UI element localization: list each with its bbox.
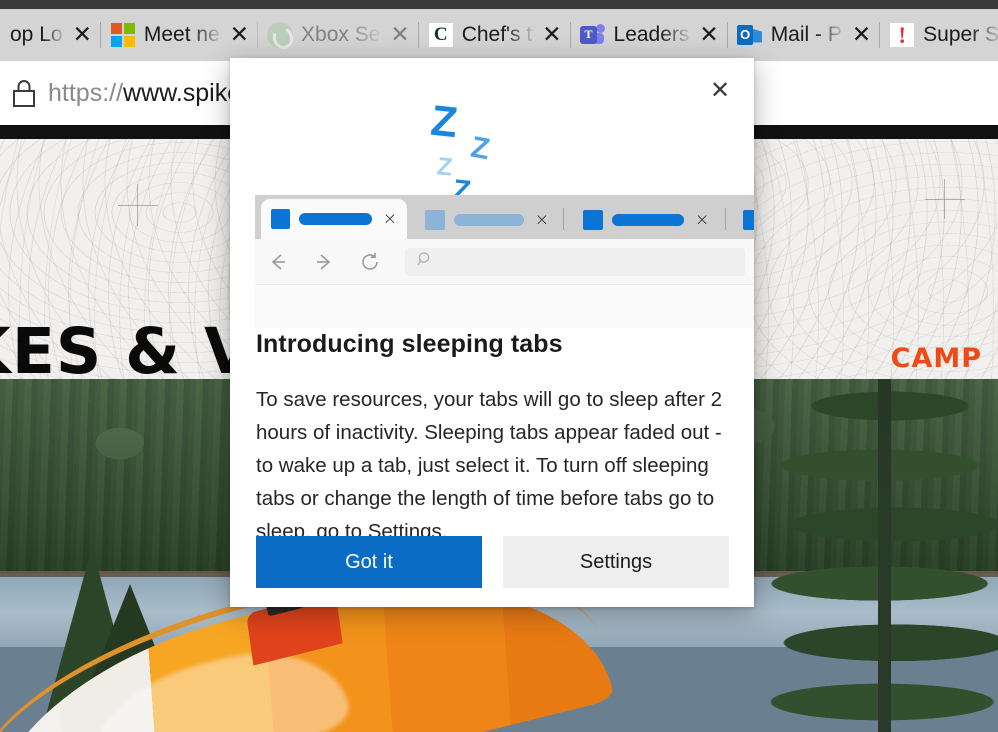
mock-tab-sleeping: × <box>415 201 559 239</box>
mock-tab-active: × <box>261 199 407 239</box>
url-scheme: https:// <box>48 78 124 107</box>
mock-title-bar <box>299 213 372 225</box>
browser-tab-0[interactable]: op Lo ✕ <box>0 9 100 61</box>
tab-title: op Lo <box>10 23 63 46</box>
zzz-letter: Z <box>428 96 460 148</box>
browser-tab-6[interactable]: ! Super S ✕ <box>879 9 998 61</box>
tab-close-icon[interactable]: ✕ <box>73 23 92 47</box>
tab-title: Meet ne <box>143 23 220 46</box>
tab-title: Super S <box>923 23 998 46</box>
dialog-body-text: To save resources, your tabs will go to … <box>256 388 723 543</box>
browser-tab-1[interactable]: Meet ne ✕ <box>99 9 257 61</box>
screen: op Lo ✕ Meet ne ✕ Xbox Se ✕ C Chef's t ✕… <box>0 0 998 732</box>
tab-close-icon[interactable]: ✕ <box>390 23 409 47</box>
padlock-icon <box>0 78 48 108</box>
dialog-actions: Got it Settings <box>256 536 729 588</box>
browser-mockup: × × × <box>255 195 754 328</box>
mock-page-area <box>255 284 754 328</box>
nav-link-label: CAMP <box>890 343 982 374</box>
mock-favicon <box>271 209 291 229</box>
zzz-letter: Z <box>468 130 493 167</box>
mock-favicon <box>425 210 445 230</box>
xbox-icon <box>267 22 294 48</box>
mock-close-icon: × <box>534 210 549 230</box>
mock-tab-normal: × <box>573 201 721 239</box>
tab-close-icon[interactable]: ✕ <box>699 23 718 47</box>
sleeping-tabs-dialog: ✕ Z Z Z Z × × × Introducing sleeping tab… <box>230 58 754 607</box>
microsoft-icon <box>110 22 136 48</box>
mock-favicon <box>743 210 754 230</box>
tab-close-icon[interactable]: ✕ <box>852 23 871 47</box>
mock-tab-divider <box>725 208 726 230</box>
sleep-zzz-group: Z Z Z Z <box>230 80 754 208</box>
mock-close-icon: × <box>695 210 710 230</box>
letter-c-icon: C <box>428 22 454 48</box>
search-icon <box>417 251 434 273</box>
settings-button[interactable]: Settings <box>503 536 729 588</box>
dialog-illustration: Z Z Z Z × × × <box>230 80 754 328</box>
zzz-letter: Z <box>435 152 454 182</box>
browser-tab-2[interactable]: Xbox Se ✕ <box>257 9 418 61</box>
mock-tab-cutoff <box>733 201 754 239</box>
browser-tab-strip: op Lo ✕ Meet ne ✕ Xbox Se ✕ C Chef's t ✕… <box>0 9 998 61</box>
photo-pine-tree <box>760 379 998 732</box>
mock-search-box <box>405 247 745 276</box>
mock-title-bar <box>612 214 684 226</box>
tab-close-icon[interactable]: ✕ <box>230 23 249 47</box>
teams-icon: T <box>580 22 606 48</box>
browser-tab-4[interactable]: T Leaders ✕ <box>569 9 727 61</box>
mock-tab-divider <box>563 208 564 230</box>
dialog-heading: Introducing sleeping tabs <box>256 330 563 358</box>
mock-close-icon: × <box>382 209 397 229</box>
mock-title-bar <box>453 214 524 226</box>
mock-favicon <box>583 210 603 230</box>
tab-close-icon[interactable]: ✕ <box>542 23 561 47</box>
tab-title: Leaders <box>613 23 690 46</box>
crosshair-mark <box>118 205 158 206</box>
tab-title: Chef's t <box>461 23 533 46</box>
mock-toolbar <box>255 239 754 284</box>
tab-title: Xbox Se <box>301 23 381 46</box>
mock-tab-strip: × × × <box>255 195 754 239</box>
crosshair-mark <box>925 199 965 200</box>
outlook-icon: O <box>737 22 763 48</box>
exclamation-icon: ! <box>889 22 915 48</box>
forward-arrow-icon <box>301 239 347 284</box>
back-arrow-icon <box>255 239 301 284</box>
browser-tab-3[interactable]: C Chef's t ✕ <box>417 9 570 61</box>
browser-tab-5[interactable]: O Mail - P ✕ <box>726 9 879 61</box>
reload-icon <box>347 239 393 284</box>
window-top-strip <box>0 0 998 9</box>
got-it-button[interactable]: Got it <box>256 536 482 588</box>
tab-title: Mail - P <box>770 23 842 46</box>
